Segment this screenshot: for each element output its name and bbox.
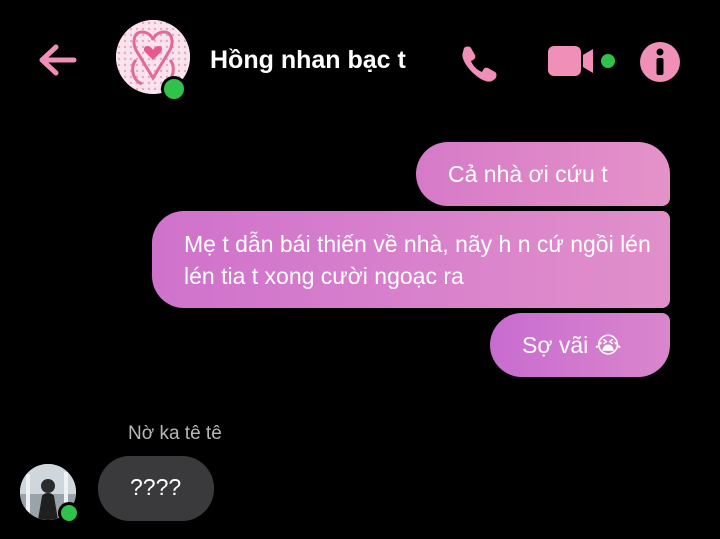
- chat-avatar[interactable]: [116, 18, 194, 102]
- message-text: Cả nhà ơi cứu t: [448, 161, 608, 187]
- message-text: Mẹ t dẫn bái thiến về nhà, nãy h n cứ ng…: [184, 231, 651, 289]
- info-icon: [640, 42, 680, 82]
- outgoing-message[interactable]: Sợ vãi 😭: [490, 313, 670, 377]
- outgoing-message[interactable]: Cả nhà ơi cứu t: [416, 142, 670, 206]
- video-camera-icon: [548, 46, 615, 76]
- online-status-dot: [161, 76, 187, 102]
- sender-name: Nờ ka tê tê: [128, 423, 222, 444]
- message-text: ????: [130, 474, 182, 500]
- audio-call-button[interactable]: [458, 42, 500, 82]
- video-call-button[interactable]: [548, 44, 616, 78]
- message-text: Sợ vãi 😭: [522, 332, 622, 358]
- phone-icon: [462, 46, 497, 82]
- outgoing-message[interactable]: Mẹ t dẫn bái thiến về nhà, nãy h n cứ ng…: [152, 211, 670, 308]
- back-button[interactable]: [34, 40, 82, 80]
- incoming-message[interactable]: ????: [98, 456, 214, 521]
- online-status-dot: [58, 502, 80, 524]
- back-arrow-icon: [39, 44, 77, 76]
- chat-title[interactable]: Hồng nhan bạc t: [210, 46, 406, 75]
- info-button[interactable]: [638, 40, 682, 84]
